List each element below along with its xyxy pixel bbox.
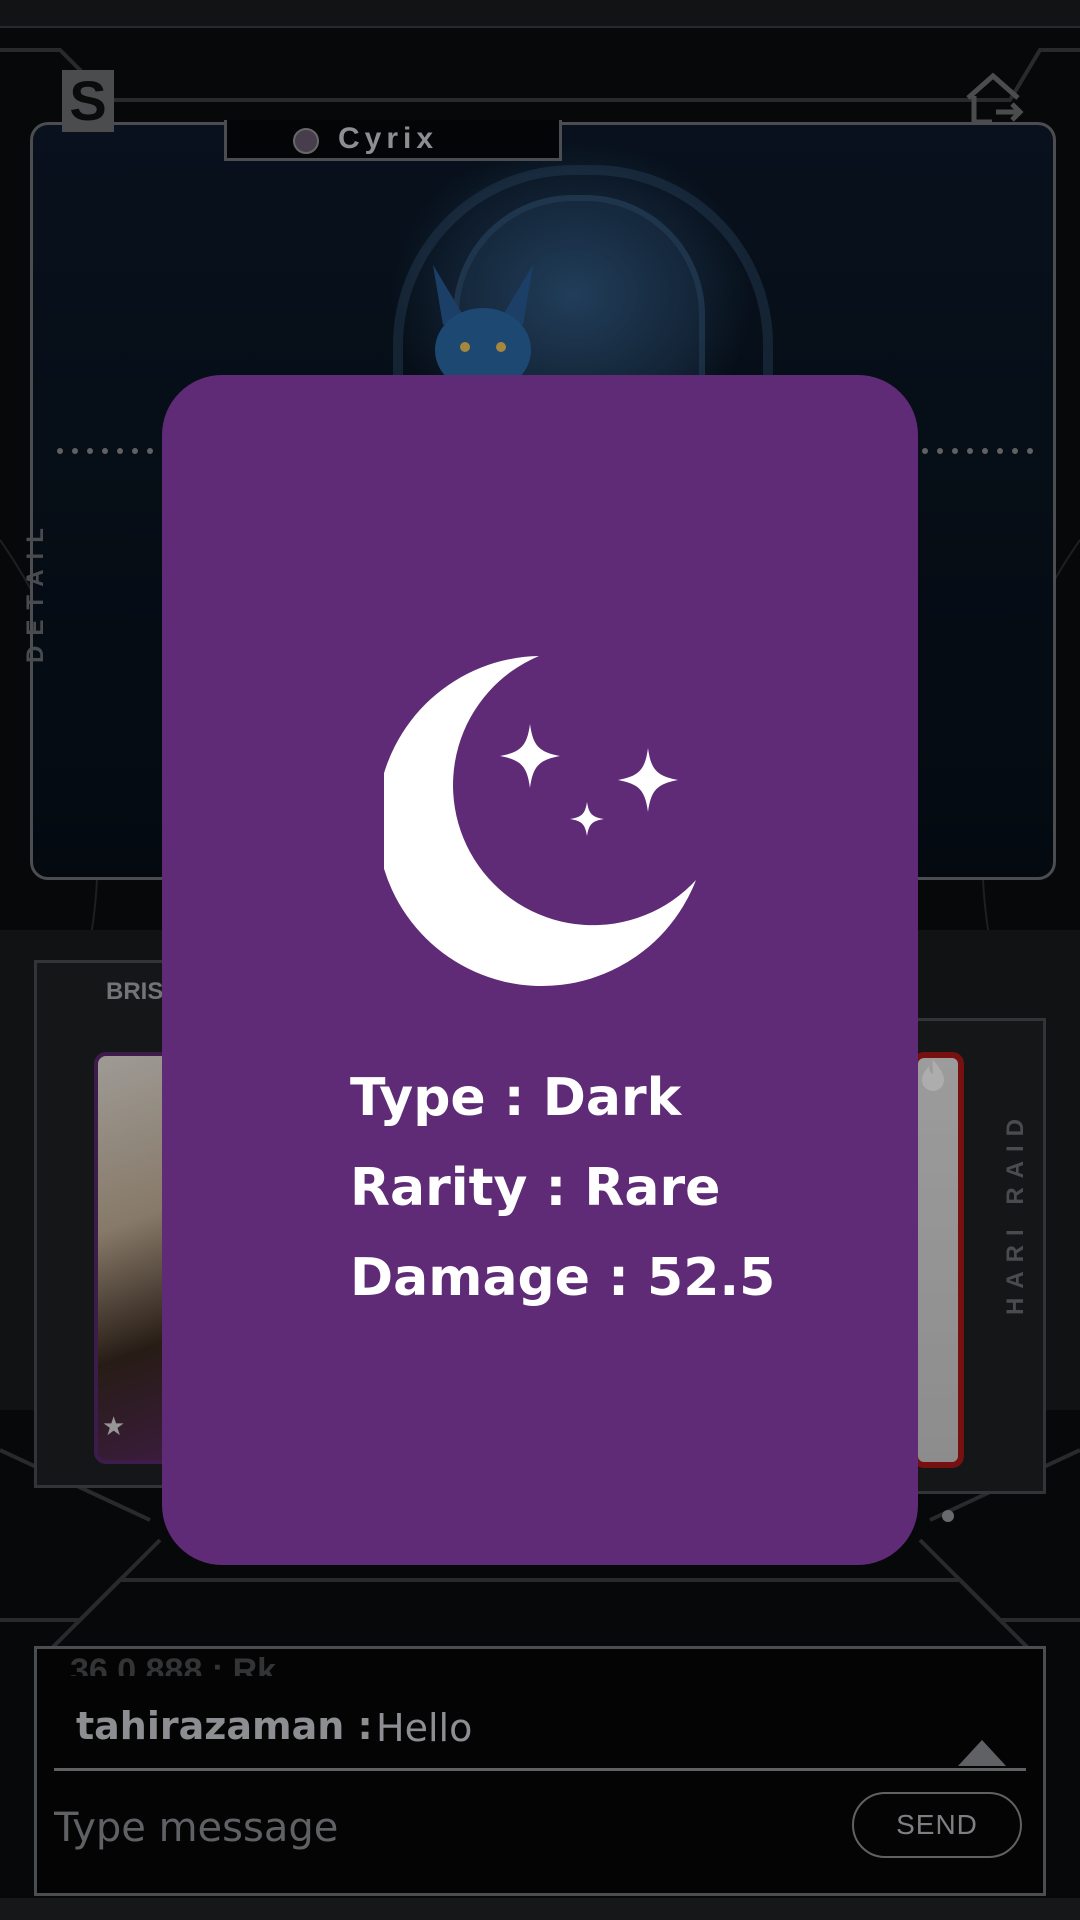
moon-stars-icon [384, 656, 696, 986]
damage-stat: Damage : 52.5 [350, 1248, 776, 1308]
rarity-stat: Rarity : Rare [350, 1158, 721, 1218]
type-stat: Type : Dark [350, 1068, 682, 1128]
